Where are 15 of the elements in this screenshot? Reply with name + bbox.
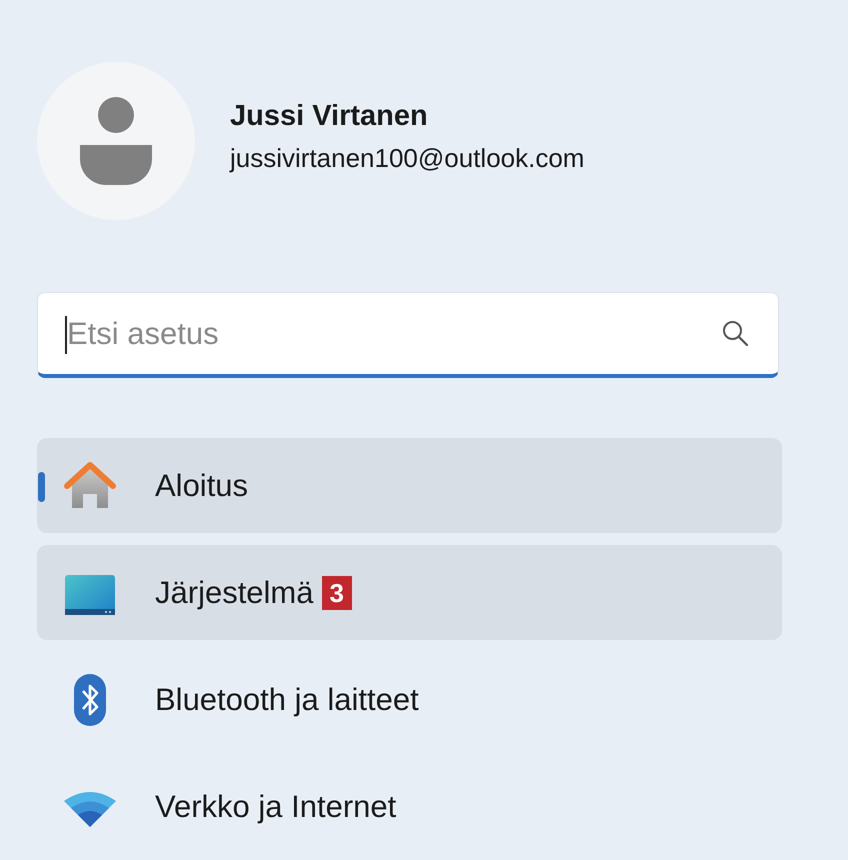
nav-item[interactable]: Bluetooth ja laitteet [37,652,782,747]
nav-item[interactable]: Järjestelmä 3 [37,545,782,640]
person-icon [80,97,152,185]
nav-label: Bluetooth ja laitteet [155,682,419,718]
search-icon [721,319,749,347]
user-name: Jussi Virtanen [230,100,429,133]
search-field[interactable]: Etsi asetus [37,292,779,378]
text-cursor [65,316,67,354]
nav-label: Verkko ja Internet [155,788,396,824]
user-email: jussivirtanen100@outlook.com [230,143,584,174]
nav-item[interactable]: Verkko ja Internet [37,759,782,854]
callout-number: 3 [322,576,352,610]
nav-label: Aloitus [155,468,248,504]
nav-item[interactable]: Aloitus [37,438,782,533]
nav-label: Järjestelmä [155,574,314,610]
